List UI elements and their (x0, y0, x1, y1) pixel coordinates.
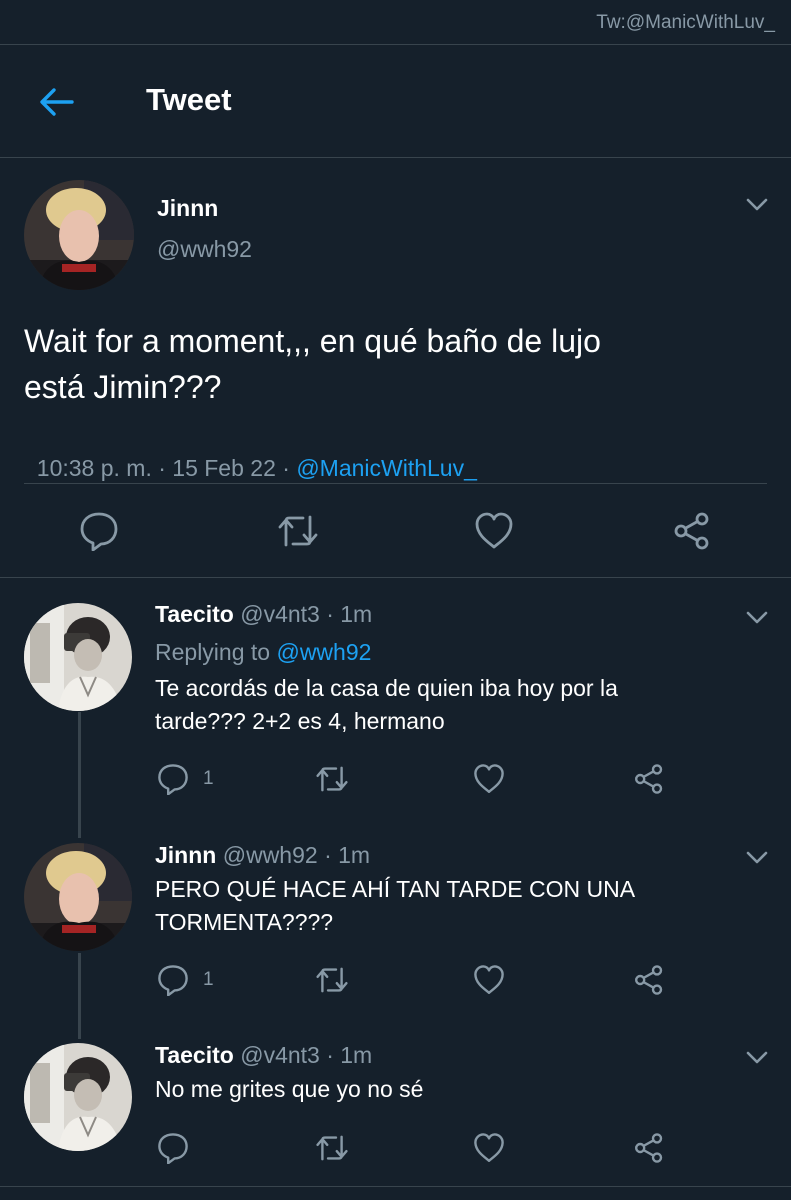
reply-meta[interactable]: @v4nt3 · 1m (234, 1042, 372, 1068)
share-icon (635, 764, 663, 794)
tweet-timestamp: 10:38 p. m. · 15 Feb 22 · (36, 455, 297, 481)
reply-text-line: No me grites que yo no sé (155, 1076, 424, 1102)
retweet-icon (316, 967, 348, 993)
replying-to-label: Replying to (155, 639, 277, 665)
reply-text-line: PERO QUÉ HACE AHÍ TAN TARDE CON UNA (155, 876, 636, 902)
heart-icon (474, 1133, 504, 1162)
retweet-icon (316, 766, 348, 792)
avatar[interactable] (24, 1043, 132, 1151)
chevron-down-icon (746, 851, 768, 864)
reply-header: Jinnn @wwh92 · 1m (155, 840, 370, 870)
divider (24, 483, 767, 484)
retweet-button[interactable] (314, 1132, 350, 1164)
thread-connector (78, 712, 81, 838)
reply-icon (158, 1133, 188, 1164)
reply-author-name[interactable]: Jinnn (155, 842, 216, 868)
share-button[interactable] (633, 763, 665, 795)
reply-count: 1 (203, 768, 214, 789)
retweet-icon (278, 515, 318, 547)
reply-author-name[interactable]: Taecito (155, 1042, 234, 1068)
share-icon (635, 1133, 663, 1163)
share-button[interactable] (633, 964, 665, 996)
reply-header: Taecito @v4nt3 · 1m (155, 599, 372, 629)
reply-options-button[interactable] (746, 851, 768, 870)
share-icon (674, 512, 709, 550)
tweet-timestamp-row: 10:38 p. m. · 15 Feb 22 · @ManicWithLuv_ (24, 428, 477, 482)
reply-text: Te acordás de la casa de quien iba hoy p… (155, 672, 618, 738)
reply-text-line: TORMENTA???? (155, 909, 334, 935)
retweet-button[interactable] (314, 964, 350, 996)
tweet-text-line: está Jimin??? (24, 369, 222, 405)
author-name[interactable]: Jinnn (157, 195, 218, 222)
like-button[interactable] (473, 1132, 505, 1164)
back-button[interactable] (36, 82, 76, 122)
source-link[interactable]: @ManicWithLuv_ (296, 455, 477, 481)
watermark-text: Tw:@ManicWithLuv_ (596, 12, 775, 33)
reply-icon (158, 965, 188, 996)
reply-icon (158, 764, 188, 795)
reply-header: Taecito @v4nt3 · 1m (155, 1040, 372, 1070)
heart-icon (474, 965, 504, 994)
reply-meta[interactable]: @v4nt3 · 1m (234, 601, 372, 627)
share-icon (635, 965, 663, 995)
heart-icon (475, 512, 513, 549)
retweet-button[interactable] (276, 511, 320, 551)
chevron-down-icon (746, 1051, 768, 1064)
like-button[interactable] (474, 511, 514, 551)
reply-text: No me grites que yo no sé (155, 1073, 423, 1106)
avatar[interactable] (24, 843, 132, 951)
reply-icon (80, 512, 118, 551)
reply-count: 1 (203, 969, 214, 990)
reply-text-line: Te acordás de la casa de quien iba hoy p… (155, 675, 618, 701)
page-title: Tweet (146, 82, 232, 117)
share-button[interactable] (633, 1132, 665, 1164)
reply-button[interactable] (79, 511, 119, 551)
arrow-left-icon (40, 88, 74, 116)
reply-meta[interactable]: @wwh92 · 1m (216, 842, 370, 868)
avatar[interactable] (24, 603, 132, 711)
share-button[interactable] (672, 511, 712, 551)
divider (0, 44, 791, 45)
like-button[interactable] (473, 964, 505, 996)
divider (0, 577, 791, 578)
header-divider (0, 157, 791, 158)
retweet-button[interactable] (314, 763, 350, 795)
reply-text: PERO QUÉ HACE AHÍ TAN TARDE CON UNA TORM… (155, 873, 635, 939)
reply-button[interactable]: 1 (157, 964, 214, 996)
reply-author-name[interactable]: Taecito (155, 601, 234, 627)
like-button[interactable] (473, 763, 505, 795)
reply-button[interactable]: 1 (157, 763, 214, 795)
reply-options-button[interactable] (746, 1051, 768, 1070)
avatar[interactable] (24, 180, 134, 290)
retweet-icon (316, 1135, 348, 1161)
tweet-options-button[interactable] (746, 198, 768, 217)
replying-to: Replying to @wwh92 (155, 637, 371, 667)
replying-to-link[interactable]: @wwh92 (276, 639, 371, 665)
reply-text-line: tarde??? 2+2 es 4, hermano (155, 708, 445, 734)
thread-connector (78, 953, 81, 1039)
reply-options-button[interactable] (746, 611, 768, 630)
author-handle[interactable]: @wwh92 (157, 236, 252, 263)
reply-button[interactable] (157, 1132, 189, 1164)
heart-icon (474, 764, 504, 793)
divider (0, 1186, 791, 1187)
tweet-text: Wait for a moment,,, en qué baño de lujo… (24, 318, 601, 410)
chevron-down-icon (746, 198, 768, 211)
tweet-text-line: Wait for a moment,,, en qué baño de lujo (24, 323, 601, 359)
chevron-down-icon (746, 611, 768, 624)
